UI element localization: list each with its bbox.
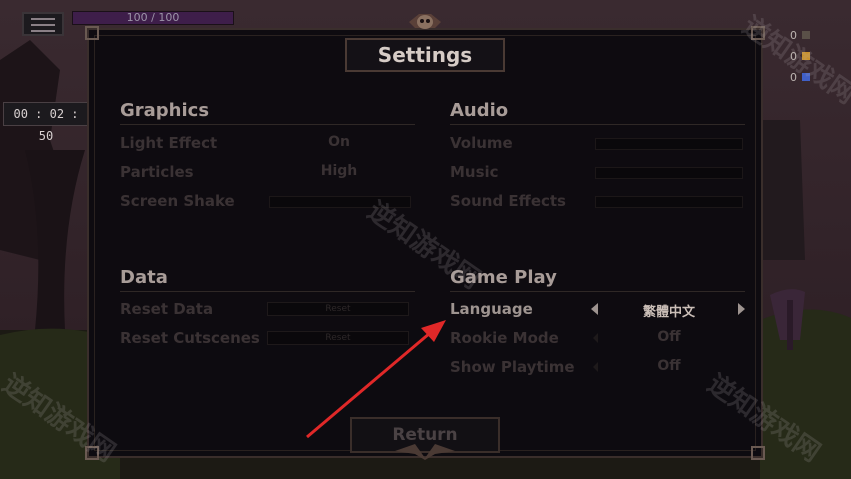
bottom-ornament-icon (395, 444, 455, 460)
volume-slider[interactable] (595, 138, 743, 150)
particles-label: Particles (120, 163, 194, 181)
reset-cutscenes-button[interactable]: Reset (267, 331, 409, 345)
menu-icon (31, 18, 55, 20)
health-text: 100 / 100 (126, 11, 180, 24)
panel-corner-ornament (751, 446, 765, 460)
music-slider[interactable] (595, 167, 743, 179)
panel-corner-ornament (85, 26, 99, 40)
light-effect-value[interactable]: On (269, 134, 409, 150)
light-effect-label: Light Effect (120, 134, 218, 152)
reset-data-label: Reset Data (120, 300, 214, 318)
volume-label: Volume (450, 134, 513, 152)
graphics-section-title: Graphics (120, 100, 210, 121)
sound-effects-slider[interactable] (595, 196, 743, 208)
chevron-left-icon[interactable] (593, 362, 598, 372)
skull-ornament-icon (409, 14, 441, 29)
reset-cutscenes-label: Reset Cutscenes (120, 329, 260, 347)
chevron-left-icon[interactable] (591, 303, 598, 315)
reset-data-button[interactable]: Reset (267, 302, 409, 316)
music-label: Music (450, 163, 499, 181)
rookie-mode-value[interactable]: Off (599, 329, 739, 345)
chevron-right-icon[interactable] (738, 303, 745, 315)
language-label: Language (450, 300, 533, 318)
playtime-timer: 00 : 02 : 50 (3, 102, 89, 143)
health-bar: 100 / 100 (72, 11, 234, 25)
data-section-title: Data (120, 267, 168, 288)
rookie-mode-label: Rookie Mode (450, 329, 559, 347)
settings-title: Settings (345, 38, 505, 72)
show-playtime-label: Show Playtime (450, 358, 575, 376)
chevron-left-icon[interactable] (593, 333, 598, 343)
audio-section-title: Audio (450, 100, 509, 121)
sound-effects-label: Sound Effects (450, 192, 566, 210)
language-value[interactable]: 繁體中文 (599, 301, 739, 320)
screen-shake-label: Screen Shake (120, 192, 235, 210)
particles-value[interactable]: High (269, 163, 409, 179)
menu-button[interactable] (22, 12, 64, 36)
